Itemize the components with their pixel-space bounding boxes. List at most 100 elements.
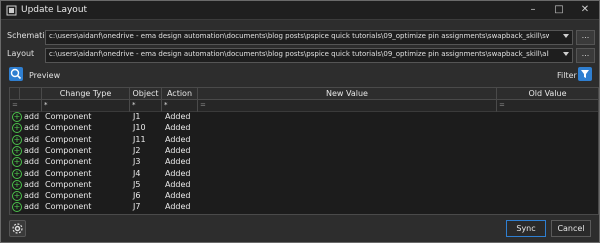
column-header-old-value[interactable]: Old Value [497,88,598,100]
table-row[interactable]: + add Component J2 Added [10,145,598,156]
row-change-icon-label: add [24,145,40,155]
row-object: J11 [133,134,146,144]
row-indicator-header [10,88,20,100]
row-action: Added [165,191,191,201]
table-row[interactable]: + add Component J11 Added [10,134,598,145]
grid-vertical-scrollbar[interactable] [10,112,12,214]
row-change-type: Component [45,112,92,121]
row-change-icon-label: add [24,179,40,189]
settings-button[interactable] [9,220,26,237]
table-row[interactable]: + add Component J4 Added [10,168,598,179]
row-change-icon-label: add [24,112,40,121]
add-icon: + [12,168,22,179]
filter-value: * [44,101,48,109]
search-icon [10,68,22,80]
schematic-browse-button[interactable]: ... [576,30,595,45]
row-change-icon-label: add [24,123,40,133]
row-change-icon-label: add [24,157,40,167]
schematic-path-value: c:\users\aidanf\onedrive - ema design au… [49,32,549,40]
row-change-icon-label: add [24,191,40,201]
app-icon [6,5,17,16]
table-row[interactable]: + add Component J1 Added [10,112,598,122]
filter-value: * [164,101,168,109]
minimize-icon[interactable]: – [520,1,546,19]
filter-cell-icon[interactable]: = [10,100,42,112]
cancel-button[interactable]: Cancel [551,220,591,237]
chevron-down-icon[interactable] [563,34,569,38]
row-object: J7 [133,202,141,212]
filter-cell-object[interactable]: * [130,100,162,112]
filter-operator: = [499,101,505,109]
filter-cell-old-value[interactable]: = [497,100,598,112]
column-header-change-type[interactable]: Change Type [42,88,130,100]
add-icon: + [12,134,22,145]
row-change-icon-label: add [24,168,40,178]
column-header-new-value[interactable]: New Value [198,88,497,100]
row-action: Added [165,112,191,121]
schematic-path-select[interactable]: c:\users\aidanf\onedrive - ema design au… [45,30,573,45]
row-action: Added [165,123,191,133]
row-change-type: Component [45,145,92,155]
row-object: J5 [133,179,141,189]
add-icon: + [12,202,22,213]
schematic-label: Schematic [7,31,49,40]
row-action: Added [165,145,191,155]
update-layout-dialog: Update Layout – □ ✕ Schematic c:\users\a… [0,0,600,243]
layout-path-select[interactable]: c:\users\aidanf\onedrive - ema design au… [45,48,573,63]
preview-button[interactable] [9,67,23,81]
row-object: J1 [133,112,141,121]
column-header-icon [20,88,42,100]
row-change-icon-label: add [24,134,40,144]
row-object: J6 [133,191,141,201]
filter-cell-action[interactable]: * [162,100,198,112]
row-action: Added [165,202,191,212]
layout-label: Layout [7,49,35,58]
table-row[interactable]: + add Component J7 Added [10,202,598,213]
add-icon: + [12,112,22,122]
table-row[interactable]: + add Component J5 Added [10,179,598,190]
sync-button[interactable]: Sync [506,220,546,237]
row-object: J2 [133,145,141,155]
filter-label: Filter [557,71,577,80]
column-header-object[interactable]: Object [130,88,162,100]
add-icon: + [12,123,22,134]
row-object: J10 [133,123,146,133]
changes-grid[interactable]: Change Type Object Action New Value Old … [9,87,599,215]
row-action: Added [165,157,191,167]
add-icon: + [12,179,22,190]
add-icon: + [12,191,22,202]
add-icon: + [12,157,22,168]
gear-icon [12,223,23,234]
row-change-type: Component [45,202,92,212]
row-change-icon-label: add [24,202,40,212]
row-action: Added [165,168,191,178]
window-title: Update Layout [21,5,88,15]
filter-cell-new-value[interactable]: = [198,100,497,112]
table-row[interactable]: + add Component J6 Added [10,191,598,202]
layout-path-value: c:\users\aidanf\onedrive - ema design au… [49,50,549,58]
filter-value: * [132,101,136,109]
row-change-type: Component [45,157,92,167]
table-row[interactable]: + add Component J10 Added [10,123,598,134]
filter-operator: = [200,101,206,109]
table-row[interactable]: + add Component J3 Added [10,157,598,168]
row-action: Added [165,134,191,144]
filter-icon [581,70,589,78]
row-action: Added [165,179,191,189]
title-bar: Update Layout – □ ✕ [1,1,599,20]
filter-cell-change-type[interactable]: * [42,100,130,112]
filter-operator: = [12,101,18,109]
column-header-action[interactable]: Action [162,88,198,100]
row-change-type: Component [45,123,92,133]
layout-browse-button[interactable]: ... [576,48,595,63]
row-change-type: Component [45,191,92,201]
chevron-down-icon[interactable] [563,52,569,56]
row-change-type: Component [45,134,92,144]
add-icon: + [12,145,22,156]
close-icon[interactable]: ✕ [572,1,598,19]
row-change-type: Component [45,168,92,178]
filter-button[interactable] [578,67,592,81]
maximize-icon[interactable]: □ [546,1,572,19]
preview-label: Preview [29,71,61,80]
row-object: J3 [133,157,141,167]
